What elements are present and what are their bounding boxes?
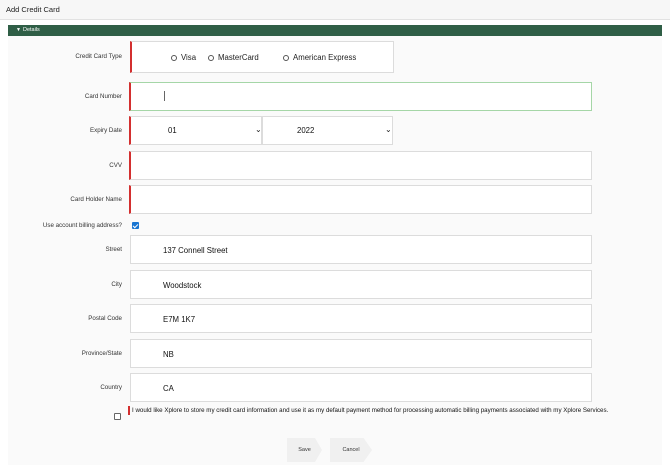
card-number-input[interactable] (129, 82, 592, 111)
country-input[interactable]: CA (130, 373, 592, 402)
city-label: City (111, 281, 122, 288)
text-cursor (164, 91, 165, 101)
postal-code-label: Postal Code (88, 315, 122, 322)
card-type-label: Credit Card Type (75, 53, 122, 60)
window-titlebar: Add Credit Card (0, 0, 670, 20)
cvv-label: CVV (109, 162, 122, 169)
save-button[interactable]: Save (287, 438, 322, 462)
triangle-down-icon: ▼ (16, 27, 21, 33)
expiry-month-select[interactable]: 01 ⌄ (129, 116, 262, 145)
store-card-consent-checkbox[interactable] (114, 413, 121, 420)
window-title: Add Credit Card (6, 5, 60, 14)
billing-address-checkbox[interactable] (132, 222, 139, 229)
card-type-radio-group: Visa MasterCard American Express (130, 41, 394, 73)
radio-american-express[interactable]: American Express (283, 53, 356, 62)
radio-circle-icon (283, 54, 289, 61)
radio-circle-icon (208, 54, 214, 61)
radio-circle-icon (171, 54, 177, 61)
cvv-input[interactable] (129, 151, 592, 180)
chevron-down-icon: ⌄ (385, 125, 392, 134)
store-card-consent-text: I would like Xplore to store my credit c… (128, 406, 664, 415)
province-input[interactable]: NB (130, 339, 592, 368)
country-label: Country (100, 384, 122, 391)
expiry-date-label: Expiry Date (90, 127, 122, 134)
details-section-header[interactable]: ▼ Details (8, 25, 662, 36)
expiry-year-select[interactable]: 2022 ⌄ (262, 116, 393, 145)
chevron-down-icon: ⌄ (255, 125, 262, 134)
cancel-button[interactable]: Cancel (330, 438, 372, 462)
card-number-label: Card Number (84, 93, 122, 100)
street-label: Street (105, 246, 122, 253)
street-input[interactable]: 137 Connell Street (130, 235, 592, 264)
card-holder-label: Card Holder Name (70, 196, 122, 203)
city-input[interactable]: Woodstock (130, 270, 592, 299)
radio-mastercard[interactable]: MasterCard (208, 53, 259, 62)
postal-code-input[interactable]: E7M 1K7 (130, 304, 592, 333)
card-holder-input[interactable] (129, 185, 592, 214)
radio-visa[interactable]: Visa (171, 53, 196, 62)
section-label: Details (23, 27, 40, 33)
billing-address-label: Use account billing address? (42, 222, 122, 229)
province-label: Province/State (81, 350, 122, 357)
